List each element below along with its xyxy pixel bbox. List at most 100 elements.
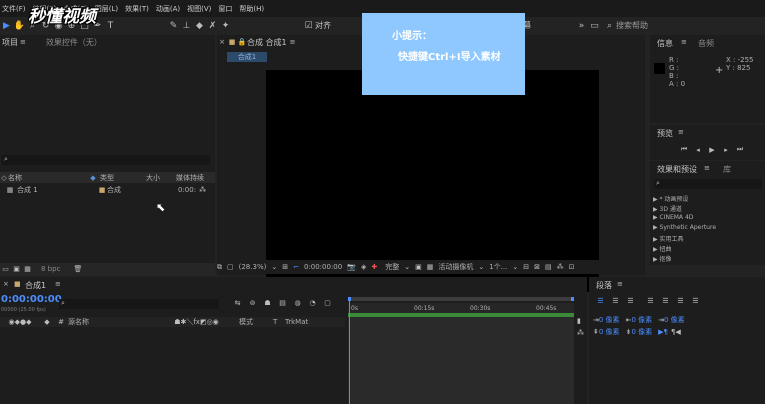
column-name[interactable]: 名称 <box>8 173 86 183</box>
column-mode[interactable]: 模式 <box>239 317 273 327</box>
zoom-level[interactable]: (28.3%) <box>239 263 267 271</box>
space-before-value[interactable]: 0 像素 <box>599 327 620 337</box>
new-folder-icon[interactable]: ▣ <box>11 265 22 273</box>
close-icon[interactable]: × <box>3 280 9 288</box>
panel-menu-icon[interactable]: ≡ <box>704 164 710 172</box>
clone-stamp-tool-icon[interactable]: ⊥ <box>180 21 193 31</box>
justify-last-left-icon[interactable]: ☰ <box>643 297 658 305</box>
new-composition-icon[interactable]: ▦ <box>22 265 33 273</box>
text-direction-rtl-icon[interactable]: ¶◀ <box>671 328 681 336</box>
text-tool-icon[interactable]: T <box>104 21 117 31</box>
brush-tool-icon[interactable]: ✎ <box>167 21 180 31</box>
snap-checkbox-icon[interactable]: ☑ <box>302 21 315 31</box>
space-after-value[interactable]: 0 像素 <box>631 327 652 337</box>
views-select[interactable]: 1个... <box>489 262 507 272</box>
indent-right-value[interactable]: 0 像素 <box>631 315 652 325</box>
comp-button-icon[interactable]: ▮ <box>577 317 581 325</box>
snapshot-icon[interactable]: 📷 <box>347 263 356 271</box>
comp-mini-flowchart-icon[interactable]: ⇆ <box>230 299 245 307</box>
column-t[interactable]: T <box>273 318 285 326</box>
timeline-track-area[interactable] <box>348 317 574 404</box>
chevron-down-icon[interactable]: ⌄ <box>512 263 518 271</box>
panel-menu-icon[interactable]: ≡ <box>20 38 26 46</box>
camera-select[interactable]: 活动摄像机 <box>438 262 473 272</box>
menu-animation[interactable]: 动画(A) <box>156 4 180 14</box>
viewer-timecode[interactable]: 0:00:00:00 <box>304 263 342 271</box>
tab-paragraph[interactable]: 段落 <box>596 280 612 291</box>
close-icon[interactable]: × <box>217 38 227 46</box>
tab-composition[interactable]: 合成 合成1 <box>247 37 287 48</box>
effect-category[interactable]: ▶ 扭曲 <box>653 244 672 253</box>
menu-file[interactable]: 文件(F) <box>2 4 26 14</box>
composition-canvas[interactable] <box>266 70 599 292</box>
play-icon[interactable]: ▶ <box>705 146 719 154</box>
align-left-icon[interactable]: ☰ <box>593 297 608 305</box>
composition-subtab[interactable]: 合成1 <box>227 52 267 62</box>
timeline-search-input[interactable]: ⌕ <box>59 299 219 309</box>
label-color-swatch[interactable]: ■ <box>97 186 107 194</box>
indent-first-value[interactable]: 0 像素 <box>664 315 685 325</box>
effect-category[interactable]: ▶ CINEMA 4D <box>653 214 693 221</box>
trash-icon[interactable]: 🗑 <box>72 265 83 273</box>
panel-menu-icon[interactable]: ≡ <box>55 280 61 288</box>
text-direction-ltr-icon[interactable]: ▶¶ <box>658 328 668 336</box>
panel-menu-icon[interactable]: ≡ <box>678 128 684 136</box>
roto-brush-tool-icon[interactable]: ✗ <box>206 21 219 31</box>
work-area-bar[interactable] <box>348 297 574 301</box>
tab-audio[interactable]: 音频 <box>698 38 714 49</box>
bpc-label[interactable]: 8 bpc <box>41 265 60 273</box>
tab-info[interactable]: 信息 <box>657 38 673 49</box>
panel-menu-icon[interactable]: ≡ <box>617 280 623 288</box>
column-type[interactable]: 类型 <box>100 173 146 183</box>
playhead[interactable] <box>349 299 350 404</box>
tab-effect-controls[interactable]: 效果控件（无） <box>46 37 102 48</box>
last-frame-icon[interactable]: ⏭ <box>733 145 747 154</box>
mask-toggle-icon[interactable]: ⌐ <box>293 263 299 271</box>
menu-view[interactable]: 视图(V) <box>187 4 211 14</box>
selection-tool-icon[interactable]: ▶ <box>0 21 13 31</box>
comp-flowchart-icon[interactable]: ⁂ <box>577 329 584 337</box>
prev-frame-icon[interactable]: ◂ <box>691 146 705 154</box>
first-frame-icon[interactable]: ⏮ <box>677 145 691 154</box>
time-ruler[interactable]: 0s 00:15s 00:30s 00:45s <box>348 303 574 313</box>
transparency-grid-icon[interactable]: ▦ <box>427 263 434 271</box>
effects-search-input[interactable]: ⌕ <box>654 179 762 189</box>
chevron-down-icon[interactable]: ⌄ <box>404 263 410 271</box>
panel-menu-icon[interactable]: ≡ <box>681 38 687 46</box>
effect-category[interactable]: ▶ 3D 通道 <box>653 204 682 213</box>
draft-3d-icon[interactable]: ⊚ <box>245 299 260 307</box>
timeline-timecode[interactable]: 0:00:00:00 <box>1 294 62 305</box>
menu-layer[interactable]: 图层(L) <box>95 4 118 14</box>
motion-blur-icon[interactable]: ◍ <box>290 299 305 307</box>
tab-project[interactable]: 项目 <box>2 37 18 48</box>
align-right-icon[interactable]: ☰ <box>623 297 638 305</box>
tab-effects-presets[interactable]: 效果和预设 <box>657 164 697 175</box>
graph-editor-icon[interactable]: ◔ <box>305 299 320 307</box>
workspace-menu-icon[interactable]: ▭ <box>588 21 601 31</box>
flowchart-icon[interactable]: ⊟ <box>523 263 529 271</box>
tab-library[interactable]: 库 <box>723 164 731 175</box>
effect-category[interactable]: ▶ Synthetic Aperture <box>653 224 716 231</box>
menu-window[interactable]: 窗口 <box>218 4 232 14</box>
indent-left-value[interactable]: 0 像素 <box>599 315 620 325</box>
timeline-icon[interactable]: ▤ <box>545 263 552 271</box>
tab-timeline-comp[interactable]: 合成1 <box>25 280 46 291</box>
column-source-name[interactable]: 源名称 <box>68 317 154 327</box>
search-help-input[interactable]: 搜索帮助 <box>616 20 648 31</box>
column-size[interactable]: 大小 <box>146 173 176 183</box>
region-icon[interactable]: ▢ <box>227 263 234 271</box>
grid-toggle-icon[interactable]: ⊞ <box>282 263 288 271</box>
project-search-input[interactable]: ⌕ <box>2 155 210 165</box>
menu-effect[interactable]: 效果(T) <box>125 4 149 14</box>
eraser-tool-icon[interactable]: ◆ <box>193 21 206 31</box>
column-trkmat[interactable]: TrkMat <box>285 318 308 326</box>
show-channel-icon[interactable]: ◈ <box>361 263 366 271</box>
tab-preview[interactable]: 预览 <box>657 128 673 139</box>
justify-last-center-icon[interactable]: ☰ <box>658 297 673 305</box>
brainstorm-icon[interactable]: ▢ <box>320 299 335 307</box>
shy-layers-icon[interactable]: ☗ <box>260 299 275 307</box>
always-preview-icon[interactable]: ⧉ <box>217 263 222 272</box>
justify-all-icon[interactable]: ☰ <box>688 297 703 305</box>
effect-category[interactable]: ▶ 实用工具 <box>653 234 684 243</box>
comp-flowchart-icon[interactable]: ⁂ <box>557 263 564 271</box>
